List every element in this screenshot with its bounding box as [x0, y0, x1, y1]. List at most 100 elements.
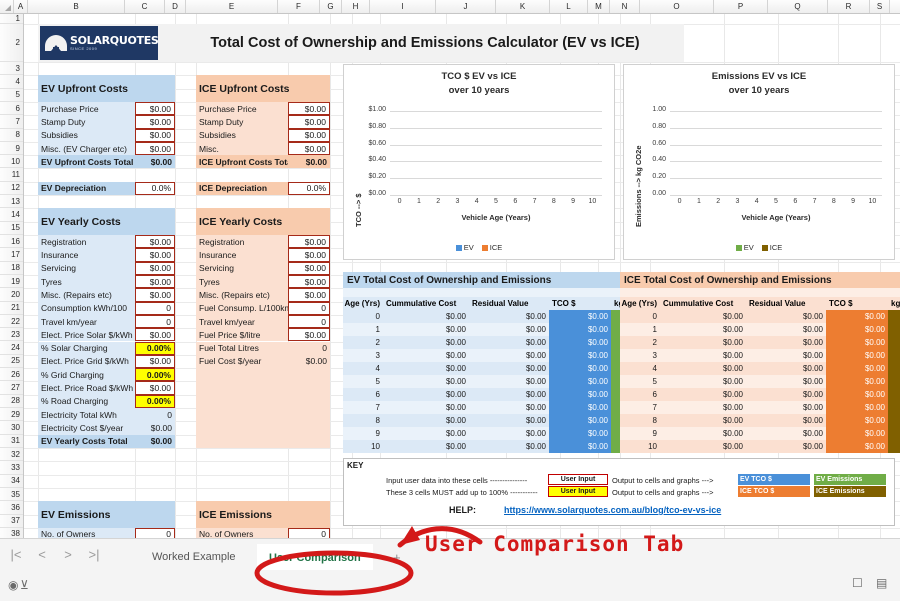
row-header-9[interactable]: 9 [0, 141, 23, 156]
column-header-P[interactable]: P [714, 0, 768, 13]
ev-upfront-input-1[interactable]: $0.00 [135, 115, 175, 129]
ice-cell-r10-c2[interactable]: $0.00 [746, 440, 826, 453]
ice-cell-r8-c1[interactable]: $0.00 [660, 414, 746, 427]
table-row[interactable]: 3$0.00$0.00$0.00#DIV/0! [620, 349, 900, 362]
table-row[interactable]: 1$0.00$0.00$0.00#DIV/0! [620, 323, 900, 336]
chart-0-legend-item-1[interactable]: ICE [481, 243, 502, 252]
ice-cell-r0-c2[interactable]: $0.00 [746, 310, 826, 323]
ice-cell-r10-c1[interactable]: $0.00 [660, 440, 746, 453]
table-row[interactable]: 5$0.00$0.00$0.00#DIV/0! [620, 375, 900, 388]
ice-cell-r5-c2[interactable]: $0.00 [746, 375, 826, 388]
ev-cell-r2-c3[interactable]: $0.00 [549, 336, 611, 349]
row-header-2[interactable]: 2 [0, 24, 23, 62]
ice-cell-r0-c0[interactable]: 0 [620, 310, 660, 323]
ice-cell-r3-c0[interactable]: 3 [620, 349, 660, 362]
ev-yearly-input-8[interactable]: 0.00% [135, 341, 175, 355]
ice-cell-r7-c2[interactable]: $0.00 [746, 401, 826, 414]
ice-cell-r6-c2[interactable]: $0.00 [746, 388, 826, 401]
ice-cell-r0-c4[interactable]: #DIV/0! [888, 310, 900, 323]
ev-cell-r6-c2[interactable]: $0.00 [469, 388, 549, 401]
normal-view-icon[interactable]: ☐ [852, 576, 863, 590]
row-header-26[interactable]: 26 [0, 368, 23, 382]
row-header-14[interactable]: 14 [0, 208, 23, 222]
ice-cell-r9-c4[interactable]: #DIV/0! [888, 427, 900, 440]
ev-emissions-owners-input[interactable]: 0 [135, 527, 175, 538]
row-header-5[interactable]: 5 [0, 88, 23, 102]
table-row[interactable]: 7$0.00$0.00$0.00#DIV/0! [620, 401, 900, 414]
row-header-35[interactable]: 35 [0, 487, 23, 502]
ice-cell-r4-c3[interactable]: $0.00 [826, 362, 888, 375]
ev-upfront-input-2[interactable]: $0.00 [135, 128, 175, 142]
ice-cell-r8-c0[interactable]: 8 [620, 414, 660, 427]
ice-cell-r9-c2[interactable]: $0.00 [746, 427, 826, 440]
row-header-37[interactable]: 37 [0, 514, 23, 528]
ice-cell-r1-c2[interactable]: $0.00 [746, 323, 826, 336]
ev-cell-r9-c1[interactable]: $0.00 [383, 427, 469, 440]
ev-cell-r0-c1[interactable]: $0.00 [383, 310, 469, 323]
ev-cell-r6-c1[interactable]: $0.00 [383, 388, 469, 401]
record-macro-icon[interactable]: ⊻ [20, 578, 29, 592]
help-link[interactable]: https://www.solarquotes.com.au/blog/tco-… [504, 505, 721, 515]
column-header-I[interactable]: I [370, 0, 436, 13]
ev-cell-r10-c1[interactable]: $0.00 [383, 440, 469, 453]
ice-upfront-input-3[interactable]: $0.00 [288, 141, 330, 156]
ev-upfront-depreciation-input[interactable]: 0.0% [135, 181, 175, 196]
column-header-Q[interactable]: Q [768, 0, 828, 13]
row-header-16[interactable]: 16 [0, 235, 23, 249]
ev-yearly-input-6[interactable]: 0 [135, 314, 175, 329]
ev-yearly-input-3[interactable]: $0.00 [135, 274, 175, 289]
accessibility-icon[interactable]: ◉ [8, 578, 18, 592]
ice-yearly-input-7[interactable]: $0.00 [288, 328, 330, 342]
column-header-M[interactable]: M [588, 0, 610, 13]
row-header-20[interactable]: 20 [0, 288, 23, 302]
ev-upfront-input-0[interactable]: $0.00 [135, 101, 175, 116]
ev-cell-r4-c1[interactable]: $0.00 [383, 362, 469, 375]
ev-cell-r7-c3[interactable]: $0.00 [549, 401, 611, 414]
ice-cell-r3-c2[interactable]: $0.00 [746, 349, 826, 362]
row-header-31[interactable]: 31 [0, 434, 23, 448]
row-header-bar[interactable]: 1 2 3 4 5 6 7 8 9 10 11 12 13 14 15 16 17 18 19 20 21 22 23 24 2… [0, 14, 24, 601]
row-header-30[interactable]: 30 [0, 421, 23, 435]
table-row[interactable]: 8$0.00$0.00$0.00#DIV/0! [620, 414, 900, 427]
row-header-4[interactable]: 4 [0, 75, 23, 89]
ice-upfront-depreciation-input[interactable]: 0.0% [288, 181, 330, 196]
ice-cell-r7-c4[interactable]: #DIV/0! [888, 401, 900, 414]
ev-cell-r4-c0[interactable]: 4 [343, 362, 383, 375]
column-header-R[interactable]: R [828, 0, 870, 13]
row-header-18[interactable]: 18 [0, 261, 23, 275]
ice-yearly-input-3[interactable]: $0.00 [288, 274, 330, 289]
ice-cell-r0-c3[interactable]: $0.00 [826, 310, 888, 323]
ev-cell-r8-c1[interactable]: $0.00 [383, 414, 469, 427]
ice-cell-r6-c4[interactable]: #DIV/0! [888, 388, 900, 401]
ice-cell-r1-c3[interactable]: $0.00 [826, 323, 888, 336]
table-row[interactable]: 6$0.00$0.00$0.00#DIV/0! [620, 388, 900, 401]
row-header-13[interactable]: 13 [0, 195, 23, 209]
ev-cell-r8-c3[interactable]: $0.00 [549, 414, 611, 427]
row-header-19[interactable]: 19 [0, 274, 23, 289]
table-row[interactable]: 0$0.00$0.00$0.00#DIV/0! [620, 310, 900, 323]
ev-cell-r5-c2[interactable]: $0.00 [469, 375, 549, 388]
column-header-B[interactable]: B [28, 0, 125, 13]
ice-cell-r2-c1[interactable]: $0.00 [660, 336, 746, 349]
row-header-27[interactable]: 27 [0, 381, 23, 395]
ice-cell-r1-c0[interactable]: 1 [620, 323, 660, 336]
ev-cell-r2-c2[interactable]: $0.00 [469, 336, 549, 349]
row-header-24[interactable]: 24 [0, 341, 23, 355]
row-header-6[interactable]: 6 [0, 101, 23, 116]
ice-cell-r7-c1[interactable]: $0.00 [660, 401, 746, 414]
ice-table[interactable]: ICE Total Cost of Ownership and Emission… [620, 272, 900, 453]
row-header-33[interactable]: 33 [0, 461, 23, 475]
ice-cell-r10-c4[interactable]: #DIV/0! [888, 440, 900, 453]
column-header-N[interactable]: N [610, 0, 640, 13]
ice-cell-r0-c1[interactable]: $0.00 [660, 310, 746, 323]
row-header-17[interactable]: 17 [0, 248, 23, 262]
chart-1-legend-item-1[interactable]: ICE [761, 243, 782, 252]
ice-cell-r3-c3[interactable]: $0.00 [826, 349, 888, 362]
sheet-tab-user-comparison[interactable]: User Comparison [257, 544, 373, 570]
ice-cell-r5-c0[interactable]: 5 [620, 375, 660, 388]
ev-yearly-input-4[interactable]: $0.00 [135, 288, 175, 302]
column-header-F[interactable]: F [278, 0, 320, 13]
tco-chart[interactable]: TCO $ EV vs ICE over 10 years $0.00 $0.20 $0… [343, 64, 615, 260]
ice-cell-r2-c4[interactable]: #DIV/0! [888, 336, 900, 349]
ev-yearly-input-0[interactable]: $0.00 [135, 235, 175, 249]
